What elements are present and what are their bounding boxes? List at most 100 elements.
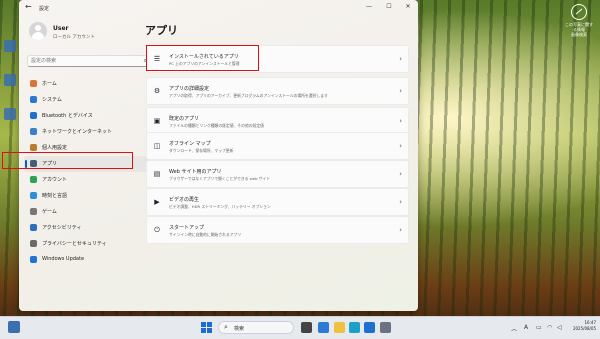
camera-icon xyxy=(571,4,587,20)
sidebar-item-label: 時刻と言語 xyxy=(42,193,68,199)
settings-search-box[interactable]: ⌕ xyxy=(27,55,152,67)
shield-icon xyxy=(30,240,37,247)
maximize-button[interactable]: ☐ xyxy=(384,3,394,10)
window-title: 設定 xyxy=(39,6,50,12)
sidebar-item[interactable]: ゲーム xyxy=(24,204,154,220)
card-title: オフライン マップ xyxy=(169,141,211,147)
sidebar-item-label: Bluetooth とデバイス xyxy=(42,113,93,119)
sidebar-item[interactable]: アカウント xyxy=(24,172,154,188)
default-apps-icon: ▣ xyxy=(153,117,161,125)
map-icon: ◫ xyxy=(153,142,161,150)
clock-date: 2025/08/05 xyxy=(572,326,596,331)
chevron-right-icon: › xyxy=(399,226,402,234)
sidebar-item[interactable]: Bluetooth とデバイス xyxy=(24,108,154,124)
system-icon xyxy=(30,96,37,103)
settings-card[interactable]: ⚙ アプリの詳細設定 アプリの取得、アプリのアーカイブ、更新プログラムのアンインスト… xyxy=(146,77,409,105)
settings-card[interactable]: ◫ オフライン マップ ダウンロード、保存場所、マップ更新 › xyxy=(146,132,409,160)
sidebar-item[interactable]: Windows Update xyxy=(24,252,154,268)
sidebar-item[interactable]: ネットワークとインターネット xyxy=(24,124,154,140)
page-title: アプリ xyxy=(145,24,178,37)
desktop-icons xyxy=(4,40,18,142)
chevron-right-icon: › xyxy=(399,142,402,150)
brush-icon xyxy=(30,144,37,151)
app-settings-icon: ⚙ xyxy=(153,87,161,95)
chevron-right-icon: › xyxy=(399,198,402,206)
card-title: アプリの詳細設定 xyxy=(169,86,210,92)
edge-icon[interactable] xyxy=(349,322,360,333)
card-subtitle: サインイン時に自動的に開始されるアプリ xyxy=(169,232,242,237)
card-subtitle: ダウンロード、保存場所、マップ更新 xyxy=(169,148,234,153)
widgets-icon[interactable] xyxy=(318,322,329,333)
settings-card[interactable]: ▶ ビデオの再生 ビデオ調整、HDR ストリーミング、バッテリー オプション › xyxy=(146,188,409,216)
startup-icon: ⏻ xyxy=(154,226,160,234)
taskbar-search-label: 検索 xyxy=(234,326,245,332)
settings-card[interactable]: ▣ 既定のアプリ ファイルの種類とリンク種類の既定値、その他の既定値 › xyxy=(146,107,409,135)
sidebar-item-label: 個人用設定 xyxy=(42,145,68,151)
card-subtitle: ブラウザーではなくアプリで開くことができる web サイト xyxy=(169,176,271,181)
sidebar-item-label: プライバシーとセキュリティ xyxy=(42,241,107,247)
card-title: Web サイト用のアプリ xyxy=(169,169,222,175)
desktop-shortcut-icon[interactable] xyxy=(4,74,16,86)
task-view-icon[interactable] xyxy=(301,322,312,333)
title-bar: ← 設定 — ☐ ✕ xyxy=(19,0,418,16)
web-apps-icon: ▤ xyxy=(153,170,161,178)
minimize-button[interactable]: — xyxy=(364,3,374,10)
taskbar: ⌕ 検索 ︿ A ▭ ◠ ◁ 16:47 2025/08/05 xyxy=(0,316,600,339)
highlight-box-installed-apps xyxy=(146,45,259,71)
sidebar-item[interactable]: システム xyxy=(24,92,154,108)
sidebar-item-label: アカウント xyxy=(42,177,68,183)
card-title: スタートアップ xyxy=(169,225,205,231)
back-arrow-icon[interactable]: ← xyxy=(25,2,32,11)
sidebar-item[interactable]: 時刻と言語 xyxy=(24,188,154,204)
sidebar-item[interactable]: ホーム xyxy=(24,76,154,92)
volume-icon[interactable]: ◁ xyxy=(557,324,562,331)
store-icon[interactable] xyxy=(364,322,375,333)
settings-card[interactable]: ⏻ スタートアップ サインイン時に自動的に開始されるアプリ › xyxy=(146,216,409,244)
account-type: ローカル アカウント xyxy=(53,35,95,40)
search-icon: ⌕ xyxy=(224,323,228,331)
home-icon xyxy=(30,80,37,87)
battery-icon[interactable]: ▭ xyxy=(536,324,542,331)
chevron-right-icon: › xyxy=(399,87,402,95)
spotlight-line1: この写真に関する情報 xyxy=(565,22,593,32)
start-button[interactable] xyxy=(201,322,212,333)
sidebar-item-label: ホーム xyxy=(42,81,57,87)
spotlight-info[interactable]: この写真に関する情報 画像検索 xyxy=(564,4,594,37)
desktop-shortcut-icon[interactable] xyxy=(4,108,16,120)
settings-card[interactable]: ▤ Web サイト用のアプリ ブラウザーではなくアプリで開くことができる web サ… xyxy=(146,160,409,188)
video-icon: ▶ xyxy=(154,198,160,206)
taskbar-search[interactable]: ⌕ 検索 xyxy=(218,321,294,334)
card-subtitle: ファイルの種類とリンク種類の既定値、その他の既定値 xyxy=(169,123,264,128)
user-name: User xyxy=(53,25,69,32)
chevron-up-icon[interactable]: ︿ xyxy=(511,324,517,333)
card-title: ビデオの再生 xyxy=(169,197,200,203)
taskbar-clock[interactable]: 16:47 2025/08/05 xyxy=(568,320,596,332)
card-subtitle: ビデオ調整、HDR ストリーミング、バッテリー オプション xyxy=(169,204,271,209)
sidebar-item[interactable]: プライバシーとセキュリティ xyxy=(24,236,154,252)
card-subtitle: アプリの取得、アプリのアーカイブ、更新プログラムのアンインストールの場所を選択し… xyxy=(169,93,328,98)
file-explorer-icon[interactable] xyxy=(334,322,345,333)
chevron-right-icon: › xyxy=(399,170,402,178)
search-input[interactable] xyxy=(31,57,131,65)
widgets-weather-icon[interactable] xyxy=(8,321,20,333)
wifi-icon[interactable]: ◠ xyxy=(547,324,552,331)
accessibility-icon xyxy=(30,224,37,231)
highlight-box-apps-nav xyxy=(2,152,133,169)
bluetooth-icon xyxy=(30,112,37,119)
spotlight-line2: 画像検索 xyxy=(571,32,587,37)
settings-icon[interactable] xyxy=(380,322,391,333)
gamepad-icon xyxy=(30,208,37,215)
close-button[interactable]: ✕ xyxy=(403,3,413,10)
sidebar-nav: ホームシステム Bluetooth とデバイスネットワークとインターネット 個人用設… xyxy=(19,76,159,268)
chevron-right-icon: › xyxy=(399,55,402,63)
network-icon xyxy=(30,128,37,135)
sidebar-item-label: ネットワークとインターネット xyxy=(42,129,113,135)
account-icon xyxy=(30,176,37,183)
sidebar-item[interactable]: アクセシビリティ xyxy=(24,220,154,236)
sidebar-item-label: システム xyxy=(42,97,62,103)
desktop-shortcut-icon[interactable] xyxy=(4,40,16,52)
chevron-right-icon: › xyxy=(399,117,402,125)
card-title: 既定のアプリ xyxy=(169,116,200,122)
ime-indicator[interactable]: A xyxy=(524,324,528,331)
sidebar-item-label: Windows Update xyxy=(42,256,85,262)
